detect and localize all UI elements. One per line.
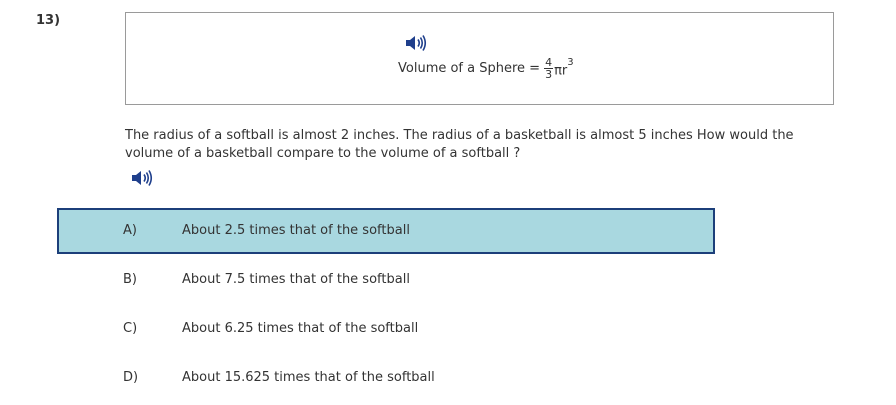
option-letter: A) <box>123 223 137 238</box>
speaker-icon[interactable] <box>405 34 427 52</box>
formula-exponent: 3 <box>567 56 574 68</box>
answer-option-a[interactable]: A) About 2.5 times that of the softball <box>57 208 715 254</box>
formula-box: Volume of a Sphere = 4 3 πr3 <box>125 12 834 105</box>
sphere-volume-formula: Volume of a Sphere = 4 3 πr3 <box>398 57 574 80</box>
option-text: About 2.5 times that of the softball <box>182 223 410 238</box>
option-letter: C) <box>123 321 138 336</box>
formula-label: Volume of a Sphere = <box>398 61 541 76</box>
answer-option-b[interactable]: B) About 7.5 times that of the softball <box>57 257 715 303</box>
option-letter: D) <box>123 370 139 385</box>
option-text: About 15.625 times that of the softball <box>182 370 435 385</box>
answer-option-d[interactable]: D) About 15.625 times that of the softba… <box>57 355 715 401</box>
formula-fraction: 4 3 <box>544 57 554 81</box>
formula-pi-r: πr <box>554 63 568 79</box>
answer-option-c[interactable]: C) About 6.25 times that of the softball <box>57 306 715 352</box>
option-text: About 7.5 times that of the softball <box>182 272 410 287</box>
option-text: About 6.25 times that of the softball <box>182 321 419 336</box>
formula-expression: πr3 <box>554 57 574 79</box>
question-number: 13) <box>36 13 61 28</box>
question-prompt: The radius of a softball is almost 2 inc… <box>125 128 794 161</box>
option-letter: B) <box>123 272 137 287</box>
fraction-denominator: 3 <box>545 68 553 81</box>
question-page: 13) Volume of a Sphere = 4 3 πr3 The rad… <box>0 0 896 405</box>
speaker-icon[interactable] <box>131 169 153 187</box>
